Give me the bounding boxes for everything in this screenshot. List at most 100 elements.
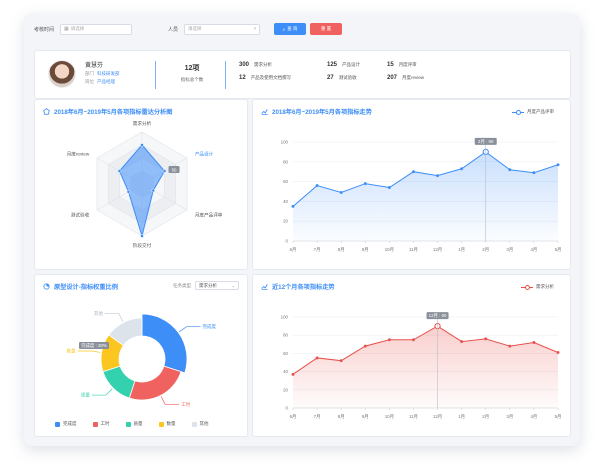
role-label: 岗位 (85, 79, 94, 84)
divider (155, 61, 156, 89)
x-tick-label: 11月 (409, 414, 418, 420)
x-tick-label: 4月 (530, 247, 537, 253)
series-point (532, 340, 536, 344)
chevron-right-icon: › (254, 26, 257, 32)
x-tick-label: 2月 (482, 414, 489, 420)
y-tick-label: 0 (286, 406, 289, 411)
y-tick-label: 60 (283, 351, 288, 356)
radar-chart-card: 2018年6月~2019年5月各项指标雷达分析图 需求分析 产品设计 月度产品评审阶… (34, 99, 248, 270)
x-tick-label: 5月 (555, 414, 562, 420)
radar-point (140, 143, 144, 147)
pie-legend-item[interactable]: 其他 (191, 421, 209, 427)
radar-point (162, 169, 167, 173)
total-indicator-count: 12项 (184, 65, 200, 72)
time-label: 考核时间 (34, 26, 55, 33)
y-tick-label: 40 (283, 369, 288, 374)
radar-axis-label: 月度review (67, 151, 90, 158)
pie-legend: 完成度 工时 质量 数量 其他 (55, 421, 225, 427)
top-line-chart-card: 2018年6月~2019年5月各项指标走势 月度产品评审 0 20 40 60 80 10… (252, 99, 571, 270)
radar-axis-label: 阶段交付 (133, 242, 152, 249)
x-tick-label: 6月 (290, 247, 297, 253)
pie-legend-label: 数量 (166, 421, 176, 426)
x-tick-label: 1月 (458, 414, 465, 420)
series-point (339, 190, 343, 194)
user-name: 黄慧芬 (85, 63, 104, 69)
stat-item: 15 月度评审 (387, 62, 417, 68)
pie-legend-item[interactable]: 完成度 (55, 421, 77, 427)
y-tick-label: 20 (283, 219, 288, 224)
pie-legend-label: 质量 (133, 421, 143, 426)
query-button[interactable]: ⌕ 查 询 (274, 23, 307, 35)
radar-point (140, 234, 144, 238)
series-area (293, 151, 558, 241)
y-tick-label: 20 (283, 387, 288, 392)
series-point (363, 182, 367, 186)
pie-label-line (104, 313, 124, 322)
stat-item: 125 产品设计 (327, 62, 361, 68)
legend-swatch-icon (55, 421, 60, 427)
user-dept-row: 部门 科技研发部 (85, 71, 120, 77)
y-tick-label: 80 (283, 333, 288, 338)
x-tick-label: 12月 (433, 247, 442, 253)
series-point (556, 163, 560, 167)
series-point (387, 338, 391, 342)
x-tick-label: 5月 (555, 247, 562, 253)
y-tick-label: 40 (283, 199, 288, 204)
pie-label-line (179, 326, 201, 333)
x-tick-label: 10月 (385, 247, 394, 253)
y-tick-label: 100 (281, 315, 289, 320)
x-tick-label: 9月 (362, 414, 369, 420)
role-value: 产品经理 (97, 79, 115, 84)
person-select[interactable]: 请选择 › (184, 23, 261, 35)
pie-legend-item[interactable]: 数量 (158, 421, 176, 427)
pie-legend-label: 工时 (100, 421, 110, 426)
radar-chart: 需求分析产品设计月度产品评审阶段交付 测试验收 月度review 50 (67, 120, 223, 249)
radar-point (151, 188, 156, 193)
x-tick-label: 2月 (482, 247, 489, 253)
radar-axis-label: 月度产品评审 (195, 212, 223, 219)
series-point (436, 174, 440, 178)
x-tick-label: 7月 (314, 414, 321, 420)
dept-label: 部门 (85, 71, 94, 76)
x-tick-label: 10月 (385, 414, 394, 420)
y-tick-label: 0 (286, 239, 289, 244)
total-indicator-label: 指标总个数 (180, 77, 204, 82)
series-point (387, 186, 391, 190)
pie-chart: 完成度工时 质量 数量 其他完成度 : 30% (67, 310, 217, 407)
search-icon: ⌕ (282, 26, 286, 32)
series-point (363, 344, 367, 348)
series-point (460, 340, 464, 344)
series-point (484, 337, 488, 341)
x-tick-label: 7月 (314, 247, 321, 253)
dashboard-frame: 考核时间 ▦ 请选择 人员 请选择 › ⌕ 查 询 重 置 黄慧芬 部门 科技研发… (24, 14, 580, 446)
legend-swatch-icon (125, 421, 131, 427)
time-placeholder: 请选择 (70, 26, 85, 31)
radar-axis-label: 测试验收 (71, 212, 90, 219)
x-tick-label: 11月 (409, 247, 418, 253)
pie-tooltip-text: 完成度 : 30% (81, 342, 107, 349)
x-tick-label: 12月 (433, 414, 442, 420)
reset-button[interactable]: 重 置 (310, 23, 343, 35)
series-point (411, 338, 415, 342)
radar-point (126, 189, 131, 194)
pie-legend-item[interactable]: 工时 (92, 421, 110, 427)
series-point (291, 372, 295, 376)
y-tick-label: 100 (281, 140, 289, 145)
avatar (48, 60, 76, 88)
x-tick-label: 4月 (530, 414, 537, 420)
bottom-line-chart: 0204060801006月 7月 8月 9月 10月 11月 12月 1月 2月 3月 4月 5月1… (281, 312, 562, 420)
calendar-icon: ▦ (64, 26, 69, 32)
x-tick-label: 8月 (338, 247, 345, 253)
series-point (508, 344, 512, 348)
pie-slice-label: 工时 (181, 401, 190, 407)
legend-swatch-icon (92, 421, 98, 427)
y-tick-label: 80 (283, 159, 288, 164)
series-point (411, 170, 415, 174)
series-point (556, 350, 560, 354)
stat-item: 12 产品及使用文档撰写 (239, 75, 292, 81)
x-tick-label: 6月 (290, 414, 297, 420)
time-picker[interactable]: ▦ 请选择 (60, 23, 133, 35)
pie-legend-item[interactable]: 质量 (125, 421, 143, 427)
reset-label: 重 置 (320, 26, 332, 31)
radar-axis-label: 产品设计 (195, 151, 214, 158)
